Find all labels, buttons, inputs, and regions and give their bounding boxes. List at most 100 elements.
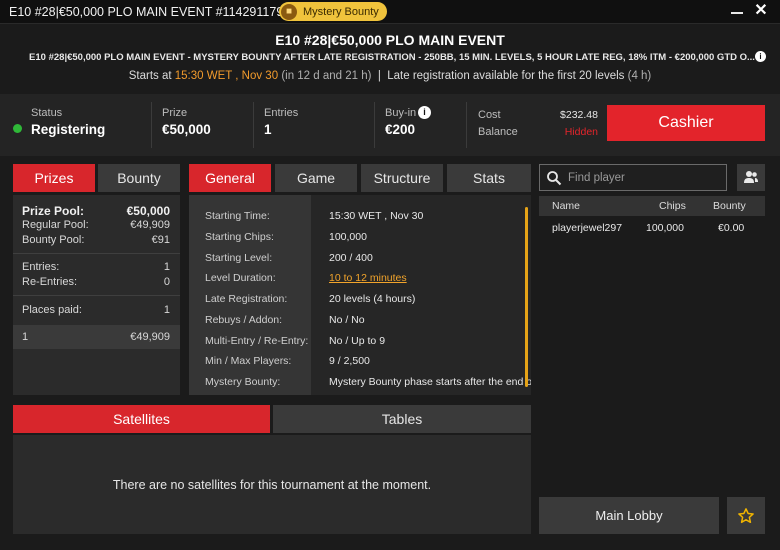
general-label: Level Duration: [205,272,276,284]
reentries-value: 0 [163,276,170,288]
entries-count-value: 1 [163,261,170,273]
general-value: 15:30 WET , Nov 30 [329,210,424,222]
badge-label: Mystery Bounty [303,5,379,18]
late-registration-text: Late registration available for the firs… [387,70,625,82]
entries-value: 1 [264,122,272,137]
general-label: Starting Level: [205,252,273,264]
payout-place: 1 [22,331,29,343]
entries-row: Entries: 1 [22,261,170,273]
divider [151,102,152,148]
bounty-pool-row: Bounty Pool: €91 [22,234,170,246]
player-name[interactable]: playerjewel297 [552,222,622,234]
general-value: No / Up to 9 [329,335,386,347]
late-registration-hours: (4 h) [627,70,652,82]
entries-count-label: Entries: [22,261,60,273]
treasure-chest-icon: ■ [281,3,297,20]
places-paid-label: Places paid: [22,304,82,316]
prizes-panel: Prize Pool: €50,000 Regular Pool: €49,90… [13,195,180,395]
tab-prizes[interactable]: Prizes [13,164,95,192]
star-icon [738,507,754,523]
close-icon: ✕ [754,2,768,19]
cost-label: Cost [478,109,501,121]
payout-row: 1 €49,909 [13,325,180,349]
general-value: 200 / 400 [329,252,373,264]
divider [466,102,467,148]
subtitle-info-icon[interactable]: i [755,51,766,62]
prize-pool-row: Prize Pool: €50,000 [22,204,170,218]
divider [13,295,180,296]
tab-bounty[interactable]: Bounty [98,164,180,192]
prize-pool-value: €50,000 [126,204,170,218]
header-separator: | [377,70,381,82]
status-dot [13,124,22,133]
general-value: 20 levels (4 hours) [329,293,416,305]
general-label: Multi-Entry / Re-Entry: [205,335,309,347]
prize-pool-label: Prize Pool: [22,204,85,218]
general-label: Late Registration: [205,293,288,305]
reentries-row: Re-Entries: 0 [22,276,170,288]
level-duration-link[interactable]: 10 to 12 minutes [329,272,407,284]
user-filter-button[interactable] [737,164,765,191]
tab-satellites[interactable]: Satellites [13,405,270,433]
general-value: 100,000 [329,231,367,243]
regular-pool-value: €49,909 [130,219,170,231]
balance-label: Balance [478,126,518,138]
places-paid-value: 1 [163,304,170,316]
general-label: Rebuys / Addon: [205,314,283,326]
tab-general[interactable]: General [189,164,271,192]
favorite-button[interactable] [727,497,765,534]
status-value: Registering [31,122,106,137]
tab-game[interactable]: Game [275,164,357,192]
col-chips[interactable]: Chips [659,200,686,212]
general-value: 9 / 2,500 [329,355,370,367]
find-player-box [539,164,727,191]
divider [253,102,254,148]
entries-label: Entries [264,107,299,119]
divider [374,102,375,148]
tab-tables[interactable]: Tables [273,405,531,433]
general-label: Min / Max Players: [205,355,292,367]
minimize-button[interactable] [728,2,746,20]
divider [13,253,180,254]
search-icon [547,171,562,186]
general-value: No / No [329,314,365,326]
satellites-empty-message: There are no satellites for this tournam… [112,478,432,492]
places-paid-row: Places paid: 1 [22,304,170,316]
start-time: 15:30 WET , Nov 30 [174,70,279,82]
window-title: E10 #28|€50,000 PLO MAIN EVENT #11429117… [9,5,291,19]
start-countdown: (in 12 d and 21 h) [281,70,372,82]
col-bounty[interactable]: Bounty [713,200,746,212]
users-icon [744,171,758,183]
player-bounty: €0.00 [718,222,745,234]
players-table-header: Name Chips Bounty [539,196,765,216]
buyin-info-icon[interactable]: i [418,106,431,119]
tournament-subtitle: E10 #28|€50,000 PLO MAIN EVENT - MYSTERY… [29,52,755,63]
bounty-pool-label: Bounty Pool: [22,234,85,246]
starts-prefix: Starts at [128,70,172,82]
start-info-line: Starts at 15:30 WET , Nov 30 (in 12 d an… [0,70,780,82]
close-button[interactable]: ✕ [752,2,770,20]
tournament-title: E10 #28|€50,000 PLO MAIN EVENT [275,32,505,48]
status-label: Status [31,107,63,119]
bounty-pool-value: €91 [151,234,170,246]
minimize-icon [731,12,743,14]
find-player-input[interactable] [568,169,718,187]
regular-pool-label: Regular Pool: [22,219,89,231]
prize-value: €50,000 [162,122,211,137]
regular-pool-row: Regular Pool: €49,909 [22,219,170,231]
main-lobby-button[interactable]: Main Lobby [539,497,719,534]
cashier-button[interactable]: Cashier [607,105,765,141]
reentries-label: Re-Entries: [22,276,78,288]
buyin-value: €200 [385,122,416,137]
general-scrollbar[interactable] [525,207,528,387]
balance-value[interactable]: Hidden [540,126,598,138]
general-label: Starting Chips: [205,231,274,243]
col-name[interactable]: Name [552,200,580,212]
payout-row-content: 1 €49,909 [22,331,170,343]
cost-value: $232.48 [560,109,598,121]
tab-structure[interactable]: Structure [361,164,443,192]
general-label: Mystery Bounty: [205,376,281,388]
tab-stats[interactable]: Stats [447,164,531,192]
general-info-panel: Starting Time: 15:30 WET , Nov 30 Starti… [189,195,531,395]
player-chips: 100,000 [646,222,684,234]
